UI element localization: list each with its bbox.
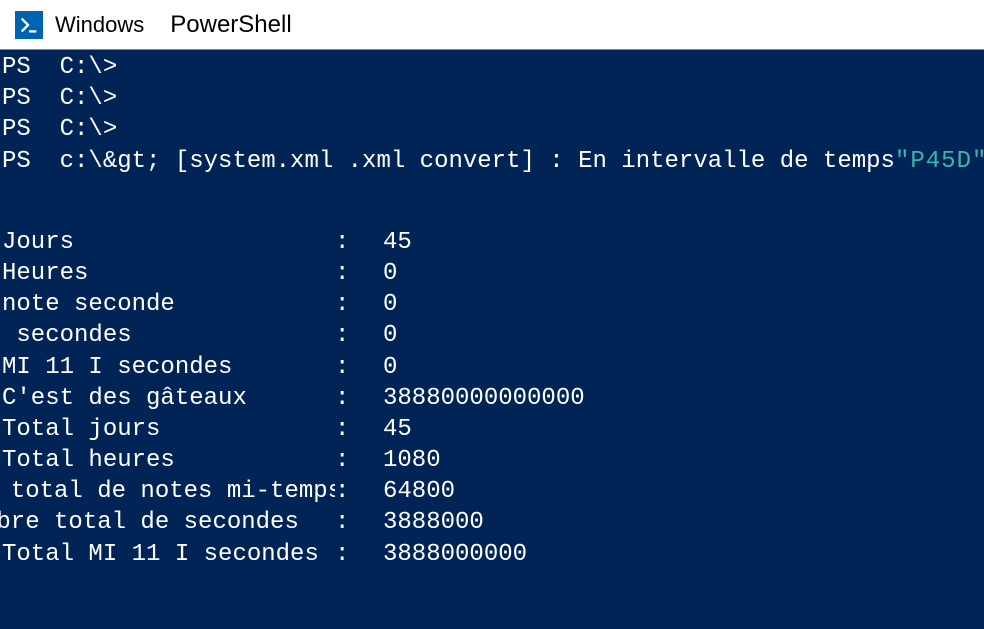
output-colon: : xyxy=(335,507,383,538)
output-value: 3888000 xyxy=(383,507,984,538)
output-label: nbre total de secondes xyxy=(0,507,335,538)
output-colon: : xyxy=(335,414,383,445)
output-value: 1080 xyxy=(383,445,984,476)
output-row: C'est des gâteaux:38880000000000 xyxy=(0,383,984,414)
output-row: Total jours:45 xyxy=(0,414,984,445)
window-titlebar: Windows PowerShell xyxy=(0,0,984,50)
command-line: PS c:\&gt; [system.xml .xml convert] : E… xyxy=(0,146,984,177)
command-text: PS c:\&gt; [system.xml .xml convert] : E… xyxy=(2,146,895,177)
output-row: note seconde:0 xyxy=(0,289,984,320)
output-row: Jours:45 xyxy=(0,227,984,258)
prompt-line: PS C:\> xyxy=(0,52,984,83)
output-row: secondes:0 xyxy=(0,320,984,351)
output-value: 0 xyxy=(383,320,984,351)
output-colon: : xyxy=(335,445,383,476)
output-label: Total MI 11 I secondes xyxy=(0,539,335,570)
output-label: Total jours xyxy=(0,414,335,445)
output-value: 45 xyxy=(383,414,984,445)
output-colon: : xyxy=(335,289,383,320)
output-row: MI 11 I secondes:0 xyxy=(0,352,984,383)
output-row: Total heures:1080 xyxy=(0,445,984,476)
output-colon: : xyxy=(335,320,383,351)
output-value: 38880000000000 xyxy=(383,383,984,414)
output-value: 0 xyxy=(383,352,984,383)
output-colon: : xyxy=(335,539,383,570)
output-value: 3888000000 xyxy=(383,539,984,570)
output-colon: : xyxy=(335,352,383,383)
output-row: Total MI 11 I secondes:3888000000 xyxy=(0,539,984,570)
output-row: Heures:0 xyxy=(0,258,984,289)
output-value: 64800 xyxy=(383,476,984,507)
output-value: 45 xyxy=(383,227,984,258)
prompt-line: PS C:\> xyxy=(0,114,984,145)
output-label: MI 11 I secondes xyxy=(0,352,335,383)
output-label: note seconde xyxy=(0,289,335,320)
powershell-icon xyxy=(15,11,43,39)
output-label: C'est des gâteaux xyxy=(0,383,335,414)
output-row: e total de notes mi-temps:64800 xyxy=(0,476,984,507)
terminal-output[interactable]: PS C:\> PS C:\> PS C:\> PS c:\&gt; [syst… xyxy=(0,50,984,570)
output-label: secondes xyxy=(0,320,335,351)
command-argument: "P45D") xyxy=(895,146,984,177)
output-colon: : xyxy=(335,227,383,258)
output-table: Jours:45Heures:0note seconde:0 secondes:… xyxy=(0,227,984,570)
output-row: nbre total de secondes:3888000 xyxy=(0,507,984,538)
titlebar-text-windows: Windows xyxy=(55,12,144,38)
output-label: Jours xyxy=(0,227,335,258)
output-label: Total heures xyxy=(0,445,335,476)
output-value: 0 xyxy=(383,289,984,320)
output-colon: : xyxy=(335,383,383,414)
output-colon: : xyxy=(335,258,383,289)
titlebar-text-powershell: PowerShell xyxy=(170,11,291,39)
output-label: e total de notes mi-temps xyxy=(0,476,335,507)
output-colon: : xyxy=(335,476,383,507)
output-value: 0 xyxy=(383,258,984,289)
output-label: Heures xyxy=(0,258,335,289)
prompt-line: PS C:\> xyxy=(0,83,984,114)
